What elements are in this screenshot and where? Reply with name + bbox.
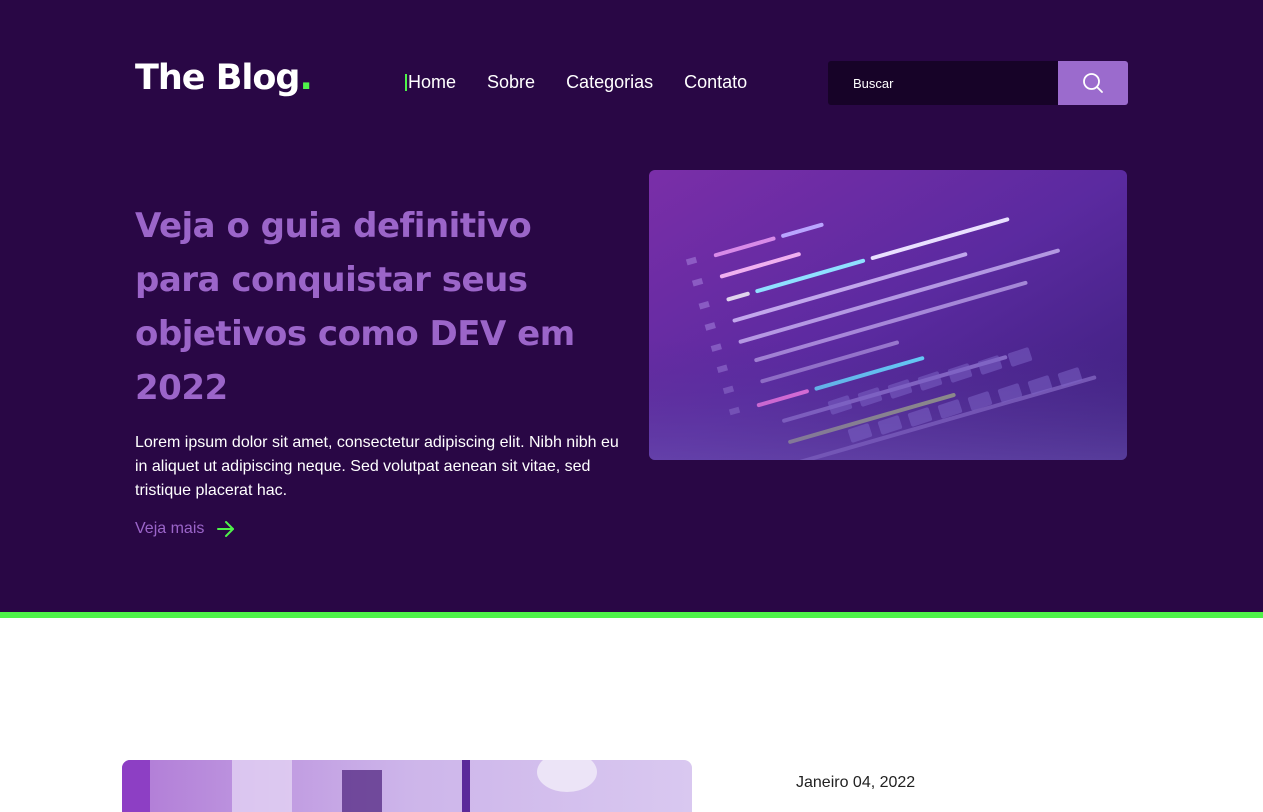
post-image[interactable] — [122, 760, 692, 812]
nav-item-categorias[interactable]: Categorias — [566, 72, 653, 92]
main-nav: Home Sobre Categorias Contato — [404, 72, 778, 92]
search-bar — [828, 61, 1128, 105]
search-button[interactable] — [1058, 61, 1128, 105]
logo-text: The Blog — [135, 58, 300, 98]
hero-description: Lorem ipsum dolor sit amet, consectetur … — [135, 434, 619, 499]
read-more-link[interactable]: Veja mais — [135, 520, 236, 538]
search-icon — [1082, 72, 1104, 94]
nav-item-home[interactable]: Home — [404, 72, 456, 92]
nav-item-contato[interactable]: Contato — [684, 72, 747, 92]
hero-image — [649, 170, 1127, 460]
post-date: Janeiro 04, 2022 — [796, 774, 916, 791]
hero-title: Veja o guia definitivo para conquistar s… — [135, 206, 575, 408]
hero-bottom-border — [0, 612, 1263, 618]
arrow-right-icon — [216, 520, 236, 538]
search-input[interactable] — [828, 61, 1058, 105]
site-logo[interactable]: The Blog. — [135, 58, 313, 98]
nav-item-sobre[interactable]: Sobre — [487, 72, 535, 92]
read-more-label: Veja mais — [135, 520, 205, 537]
logo-dot: . — [299, 58, 313, 98]
